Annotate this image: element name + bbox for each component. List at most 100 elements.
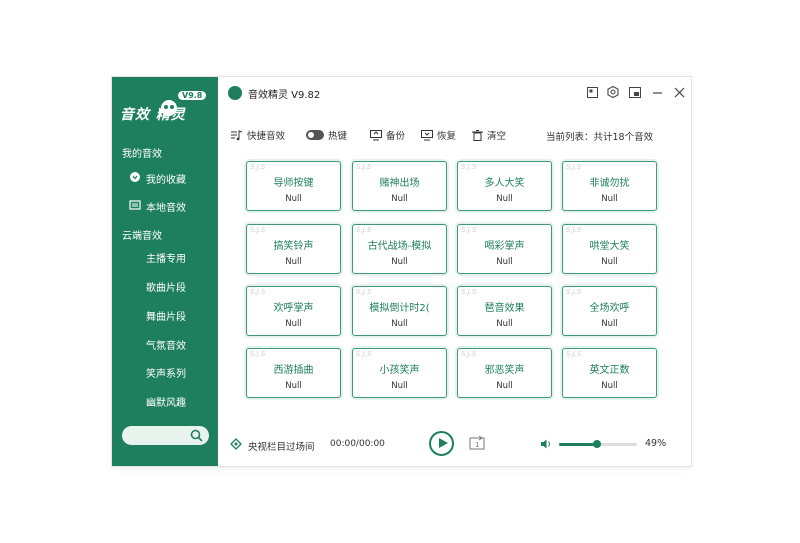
sound-hotkey: Null	[285, 257, 302, 267]
card-watermark: S.J.S	[461, 288, 477, 296]
logo-mascot-icon	[161, 100, 177, 116]
backup-button[interactable]: 备份	[370, 128, 405, 142]
sound-name: 全场欢呼	[589, 303, 630, 314]
app-logo: 音效 精灵 V9.8	[120, 91, 212, 129]
sound-hotkey: Null	[391, 319, 408, 329]
section-my-sounds[interactable]: 我的音效	[122, 145, 162, 160]
minimize-icon	[652, 91, 662, 94]
sound-card[interactable]: S.J.S 哄堂大笑 Null	[562, 224, 657, 274]
sound-name: 搞笑铃声	[273, 241, 314, 252]
card-watermark: S.J.S	[566, 288, 582, 296]
hotkey-label: 热键	[328, 131, 348, 142]
sound-card[interactable]: S.J.S 古代战场-模拟 Null	[352, 224, 447, 274]
card-watermark: S.J.S	[461, 163, 477, 171]
sound-hotkey: Null	[601, 194, 618, 204]
card-watermark: S.J.S	[356, 226, 372, 234]
sidebar-item-humor[interactable]: 幽默风趣	[146, 394, 186, 409]
sidebar-item-atmosphere[interactable]: 气氛音效	[146, 337, 186, 352]
toolbar: 快捷音效 热键 备份 恢复 清空 当前列表：共计18个音效	[218, 125, 691, 145]
toggle-switch[interactable]	[306, 130, 324, 140]
backup-icon	[370, 129, 382, 140]
sidebar-item-anchor[interactable]: 主播专用	[146, 250, 186, 265]
sidebar-item-dance-clips[interactable]: 舞曲片段	[146, 308, 186, 323]
sound-name: 古代战场-模拟	[367, 241, 432, 252]
sidebar-item-song-clips[interactable]: 歌曲片段	[146, 279, 186, 294]
sound-name: 西游插曲	[273, 365, 314, 376]
sound-card[interactable]: S.J.S 搞笑铃声 Null	[246, 224, 341, 274]
backup-label: 备份	[386, 131, 406, 142]
svg-text:1: 1	[475, 441, 479, 449]
sound-hotkey: Null	[391, 194, 408, 204]
sound-name: 哄堂大笑	[589, 241, 630, 252]
sound-card[interactable]: S.J.S 琶音效果 Null	[457, 286, 552, 336]
sound-name: 模拟倒计时2(	[369, 303, 430, 314]
sound-hotkey: Null	[601, 319, 618, 329]
playback-time: 00:00/00:00	[330, 439, 385, 449]
card-watermark: S.J.S	[250, 226, 266, 234]
sound-hotkey: Null	[391, 257, 408, 267]
sidebar-item-laughs[interactable]: 笑声系列	[146, 365, 186, 380]
card-watermark: S.J.S	[356, 163, 372, 171]
volume-handle[interactable]	[593, 440, 602, 448]
sound-name: 喝彩掌声	[484, 241, 525, 252]
search-input[interactable]	[122, 426, 209, 445]
close-button[interactable]	[672, 85, 686, 99]
clear-button[interactable]: 清空	[472, 128, 506, 142]
card-watermark: S.J.S	[356, 288, 372, 296]
sound-name: 非诚勿扰	[589, 178, 630, 189]
gear-icon	[607, 86, 619, 98]
volume-slider[interactable]	[559, 440, 637, 448]
sound-name: 赌神出场	[379, 178, 420, 189]
sidebar-item-local[interactable]: 本地音效	[129, 199, 186, 214]
quick-sounds-tab[interactable]: 快捷音效	[231, 128, 285, 142]
sound-hotkey: Null	[601, 381, 618, 391]
sound-card[interactable]: S.J.S 多人大笑 Null	[457, 161, 552, 211]
sound-hotkey: Null	[285, 194, 302, 204]
mini-mode-button[interactable]	[628, 85, 642, 99]
sound-hotkey: Null	[496, 381, 513, 391]
sidebar-item-label: 本地音效	[146, 203, 186, 214]
volume-fill	[559, 443, 598, 446]
sound-card[interactable]: S.J.S 赌神出场 Null	[352, 161, 447, 211]
sound-card[interactable]: S.J.S 欢呼掌声 Null	[246, 286, 341, 336]
sound-card[interactable]: S.J.S 模拟倒计时2( Null	[352, 286, 447, 336]
minimize-button[interactable]	[650, 85, 664, 99]
sound-card[interactable]: S.J.S 小孩笑声 Null	[352, 348, 447, 398]
next-track-icon[interactable]: 1	[469, 435, 485, 451]
card-watermark: S.J.S	[566, 226, 582, 234]
sound-hotkey: Null	[285, 381, 302, 391]
play-button[interactable]	[429, 431, 454, 456]
music-list-icon	[231, 129, 243, 140]
hotkey-toggle[interactable]: 热键	[306, 128, 347, 142]
restore-icon	[421, 129, 433, 140]
sidebar-item-label: 我的收藏	[146, 175, 186, 186]
sound-card[interactable]: S.J.S 喝彩掌声 Null	[457, 224, 552, 274]
list-count: 当前列表：共计18个音效	[546, 132, 654, 143]
settings-button[interactable]	[606, 85, 620, 99]
clear-label: 清空	[487, 131, 507, 142]
now-playing-title: 央视栏目过场间	[248, 442, 315, 453]
volume-icon[interactable]	[540, 438, 552, 450]
skin-button[interactable]	[585, 85, 599, 99]
app-icon	[228, 86, 242, 100]
section-cloud-sounds[interactable]: 云端音效	[122, 227, 162, 242]
sidebar: 音效 精灵 V9.8 我的音效 我的收藏 本地音效 云端音效 主播专用 歌曲片段…	[112, 77, 218, 466]
sidebar-item-favorites[interactable]: 我的收藏	[130, 171, 186, 186]
sound-card[interactable]: S.J.S 英文正数 Null	[562, 348, 657, 398]
card-watermark: S.J.S	[566, 163, 582, 171]
window-title: 音效精灵 V9.82	[248, 90, 321, 101]
sound-name: 导师按键	[273, 178, 314, 189]
restore-button[interactable]: 恢复	[421, 128, 456, 142]
sound-card[interactable]: S.J.S 邪恶笑声 Null	[457, 348, 552, 398]
sound-card[interactable]: S.J.S 导师按键 Null	[246, 161, 341, 211]
card-watermark: S.J.S	[250, 350, 266, 358]
logo-version-badge: V9.8	[178, 91, 207, 100]
sound-name: 多人大笑	[484, 178, 525, 189]
sound-card[interactable]: S.J.S 非诚勿扰 Null	[562, 161, 657, 211]
close-icon	[674, 87, 684, 97]
sound-card[interactable]: S.J.S 全场欢呼 Null	[562, 286, 657, 336]
search-icon[interactable]	[190, 429, 203, 442]
sound-card[interactable]: S.J.S 西游插曲 Null	[246, 348, 341, 398]
sound-name: 欢呼掌声	[273, 303, 314, 314]
card-watermark: S.J.S	[461, 350, 477, 358]
